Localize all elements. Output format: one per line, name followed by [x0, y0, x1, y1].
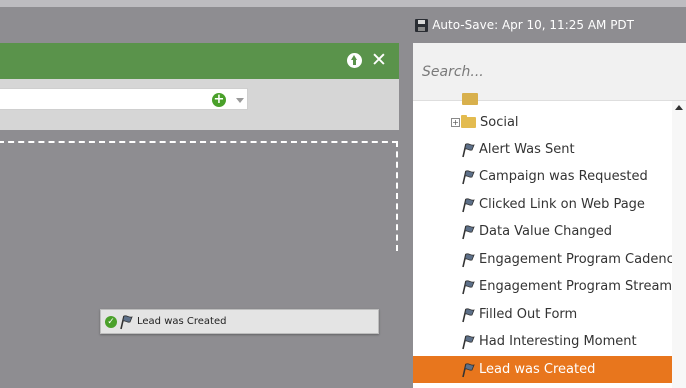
trigger-flag-icon	[462, 252, 475, 267]
tree-item-trigger[interactable]: Engagement Program Cadence C	[413, 246, 686, 273]
save-disk-icon	[415, 18, 429, 32]
search-input[interactable]	[413, 55, 686, 89]
add-circle-icon[interactable]: +	[212, 93, 226, 107]
trigger-flag-icon	[462, 362, 475, 377]
trigger-label: Alert Was Sent	[479, 142, 575, 157]
sidebar-scrollbar[interactable]	[672, 101, 686, 388]
trigger-label: Engagement Program Stream Ch	[479, 279, 686, 294]
expand-icon[interactable]: +	[451, 118, 460, 127]
top-strip	[0, 0, 686, 7]
trigger-flag-icon	[462, 334, 475, 349]
search-box	[413, 43, 686, 101]
trigger-label: Engagement Program Cadence C	[479, 252, 686, 267]
filter-input[interactable]: +	[0, 88, 248, 110]
trigger-flag-icon	[462, 224, 475, 239]
tree-item-trigger-selected[interactable]: Lead was Created	[413, 356, 686, 383]
trigger-flag-icon	[120, 314, 133, 329]
trigger-label: Had Interesting Moment	[479, 334, 637, 349]
tree-item-trigger[interactable]: Engagement Program Stream Ch	[413, 273, 686, 300]
chevron-down-icon[interactable]	[236, 98, 244, 103]
tree-item-trigger[interactable]: Filled Out Form	[413, 301, 686, 328]
autosave-text: Auto-Save: Apr 10, 11:25 AM PDT	[432, 18, 634, 32]
smart-list-panel-header: ✕	[0, 43, 399, 79]
tree-folder-social[interactable]: + Social	[413, 109, 686, 136]
trigger-sidebar: + Social Alert Was Sent Campaign was Req…	[413, 43, 686, 388]
folder-label: Social	[480, 115, 519, 130]
trigger-label: Clicked Link on Web Page	[479, 197, 645, 212]
folder-icon	[462, 93, 478, 105]
autosave-status: Auto-Save: Apr 10, 11:25 AM PDT	[415, 16, 634, 34]
trigger-flag-icon	[462, 169, 475, 184]
tree-item-trigger[interactable]: Data Value Changed	[413, 218, 686, 245]
smart-list-panel-body: +	[0, 79, 399, 130]
trigger-flag-icon	[462, 197, 475, 212]
tree-item-trigger[interactable]: Campaign was Requested	[413, 163, 686, 190]
trigger-flag-icon	[462, 142, 475, 157]
trigger-flag-icon	[462, 279, 475, 294]
trigger-label: Data Value Changed	[479, 224, 613, 239]
drop-zone	[0, 141, 398, 251]
dropped-trigger-label: Lead was Created	[137, 316, 227, 327]
trigger-label: Campaign was Requested	[479, 169, 648, 184]
folder-icon	[461, 115, 476, 128]
trigger-flag-icon	[462, 307, 475, 322]
scroll-up-arrow-icon[interactable]	[675, 105, 683, 110]
close-icon[interactable]: ✕	[371, 51, 387, 70]
tree-item-trigger[interactable]: Clicked Link on Web Page	[413, 191, 686, 218]
arrow-up-circle-icon[interactable]	[347, 53, 362, 68]
tree-item-trigger[interactable]: Had Interesting Moment	[413, 328, 686, 355]
tree-item-trigger[interactable]: Alert Was Sent	[413, 136, 686, 163]
trigger-label: Lead was Created	[479, 362, 596, 377]
check-circle-icon: ✓	[105, 315, 117, 328]
trigger-label: Filled Out Form	[479, 307, 578, 322]
dropped-trigger-card[interactable]: ✓ Lead was Created	[100, 309, 379, 334]
